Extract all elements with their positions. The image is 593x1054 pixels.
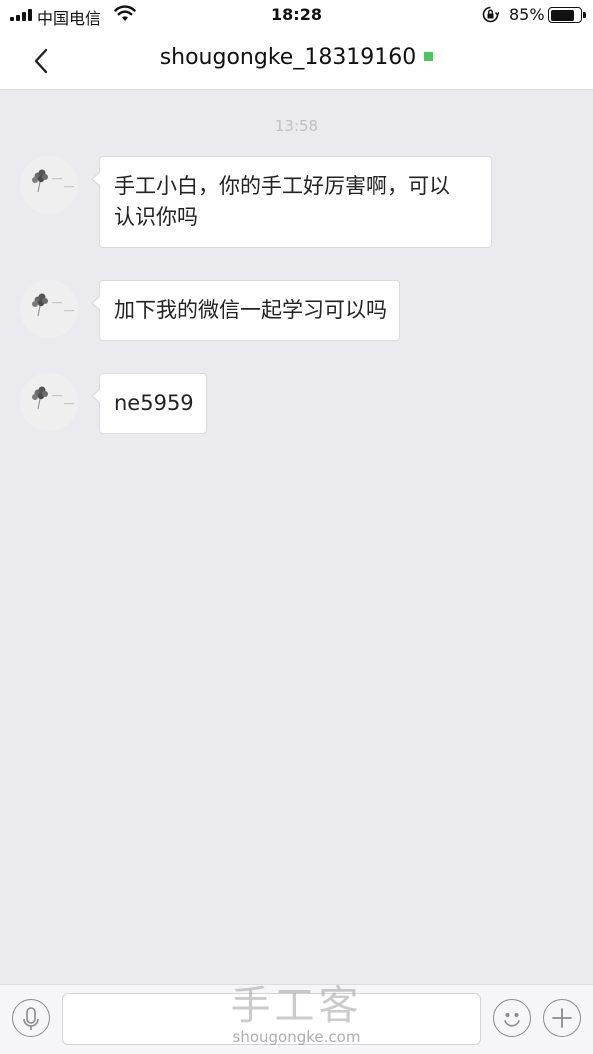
voice-button[interactable] [12, 999, 50, 1037]
sender-avatar[interactable] [20, 156, 78, 214]
contact-name: shougongke_18319160 [159, 45, 417, 70]
clock: 18:28 [271, 5, 322, 24]
top-bar: 中国电信 18:28 85% shougongke_18319160 [0, 0, 593, 90]
battery-percent: 85% [509, 5, 545, 24]
sender-avatar[interactable] [20, 280, 78, 338]
emoji-icon [504, 1013, 520, 1027]
message-bubble[interactable]: 加下我的微信一起学习可以吗 [91, 280, 400, 341]
plus-icon [552, 1008, 572, 1028]
message-text: ne5959 [114, 391, 194, 415]
message-bubble[interactable]: ne5959 [91, 373, 207, 434]
status-bar: 中国电信 18:28 85% [0, 0, 593, 30]
microphone-icon [23, 1007, 39, 1030]
emoji-button[interactable] [493, 999, 531, 1037]
chat-area[interactable]: 13:58 手工小白，你的手工好厉害啊，可以 认识你吗 加下我的微信一起学习可以… [0, 91, 593, 984]
more-options-button[interactable] [543, 999, 581, 1037]
navigation-bar: shougongke_18319160 [0, 30, 593, 90]
message-text-line: 认识你吗 [114, 205, 198, 229]
flower-avatar-icon [20, 280, 78, 338]
message-text: 加下我的微信一起学习可以吗 [114, 298, 387, 322]
message-input-bar [0, 984, 593, 1054]
flower-avatar-icon [20, 373, 78, 431]
orientation-lock-icon [482, 6, 499, 23]
message-text-line: 手工小白，你的手工好厉害啊，可以 [114, 174, 450, 198]
message-input[interactable] [62, 993, 481, 1045]
sender-avatar[interactable] [20, 373, 78, 431]
online-status-indicator [424, 51, 434, 61]
message-timestamp: 13:58 [274, 117, 319, 135]
conversation-title: shougongke_18319160 [0, 45, 593, 70]
battery-icon [548, 7, 586, 23]
message-bubble[interactable]: 手工小白，你的手工好厉害啊，可以 认识你吗 [91, 156, 492, 248]
flower-avatar-icon [20, 156, 78, 214]
